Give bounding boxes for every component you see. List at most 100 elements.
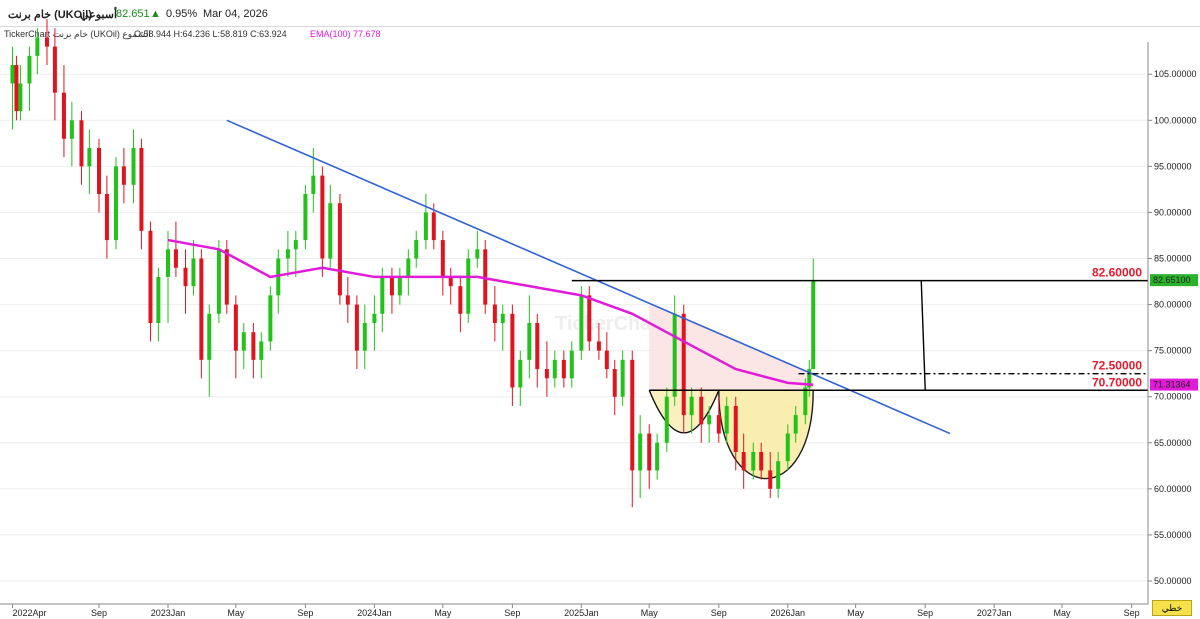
y-tick-label: 85.00000 (1154, 254, 1192, 264)
candle-body (518, 359, 523, 388)
y-tick-label: 70.00000 (1154, 392, 1192, 402)
candle-body (104, 194, 109, 241)
candle-body (337, 203, 342, 296)
candle-body (724, 405, 729, 434)
x-tick-label: May (847, 608, 865, 618)
candle-body (79, 120, 84, 167)
candle-body (527, 323, 532, 360)
candle-body (793, 415, 798, 434)
candle-body (552, 359, 557, 379)
y-tick-label: 100.00000 (1154, 115, 1197, 125)
candle-body (139, 147, 144, 231)
y-tick-label: 80.00000 (1154, 300, 1192, 310)
candle-body (535, 323, 540, 370)
candle-body (776, 461, 781, 489)
candle-body (785, 433, 790, 462)
candle-body (768, 470, 773, 489)
candle-body (596, 341, 601, 351)
price-badge-label: 71.31364 (1153, 380, 1191, 390)
candle-body (569, 350, 574, 379)
candle-body (69, 120, 74, 139)
candle-body (689, 396, 694, 416)
price-badge-label: 82.65100 (1153, 275, 1191, 285)
candle-body (458, 286, 463, 314)
candle-body (173, 249, 178, 268)
candle-body (131, 147, 136, 185)
candle-body (448, 276, 453, 287)
level-label: 82.60000 (1092, 266, 1142, 280)
x-tick-label: May (227, 608, 245, 618)
candle-body (285, 249, 290, 259)
candle-body (414, 240, 419, 259)
candle-body (268, 295, 273, 342)
x-tick-label: 2023Jan (151, 608, 186, 618)
candle-body (751, 451, 756, 471)
candle-body (251, 332, 256, 360)
x-tick-label: Sep (917, 608, 933, 618)
y-tick-label: 50.00000 (1154, 576, 1192, 586)
candle-body (440, 240, 445, 277)
candle-body (165, 249, 170, 277)
x-tick-label: May (1054, 608, 1072, 618)
candle-body (389, 276, 394, 296)
candle-body (397, 276, 402, 296)
candle-body (52, 46, 57, 93)
candle-body (216, 249, 221, 314)
candle-body (716, 415, 721, 434)
candle-body (612, 369, 617, 397)
candle-body (27, 55, 32, 84)
price-axis[interactable]: 50.00000 55.00000 60.00000 65.00000 70.00000… (1147, 42, 1198, 604)
candle-body (183, 267, 188, 287)
y-tick-label: 105.00000 (1154, 69, 1197, 79)
candle-body (707, 415, 712, 425)
x-tick-label: Sep (297, 608, 313, 618)
candle-body (620, 359, 625, 397)
candle-body (97, 147, 102, 195)
x-tick-label: Sep (504, 608, 520, 618)
candle-body (672, 313, 677, 397)
candle-body (303, 194, 308, 241)
candle-body (466, 258, 471, 314)
candle-body (681, 313, 686, 416)
candle-body (664, 396, 669, 443)
candle-body (113, 166, 118, 241)
candle-body (233, 304, 238, 351)
y-tick-label: 90.00000 (1154, 207, 1192, 217)
candle-body (10, 65, 15, 84)
candle-body (741, 451, 746, 471)
candle-body (587, 295, 592, 342)
scale-mode-button[interactable]: خطي (1152, 600, 1192, 616)
x-tick-label: May (641, 608, 659, 618)
candle-body (475, 249, 480, 259)
candle-body (733, 405, 738, 452)
price-chart[interactable]: TickerChart 82.6000072.5000070.70000 50.… (0, 0, 1200, 619)
candle-body (87, 147, 92, 167)
candle-body (803, 387, 808, 416)
candle-body (224, 249, 229, 305)
candle-body (345, 295, 350, 305)
candle-body (61, 92, 66, 139)
candle-body (406, 258, 411, 277)
candle-body (579, 295, 584, 351)
candle-body (630, 359, 635, 471)
candle-body (241, 332, 246, 351)
y-tick-label: 75.00000 (1154, 346, 1192, 356)
candle-body (320, 175, 325, 259)
x-tick-label: 2024Jan (357, 608, 392, 618)
level-label: 70.70000 (1092, 375, 1142, 389)
candle-body (647, 433, 652, 471)
y-tick-label: 65.00000 (1154, 438, 1192, 448)
candle-body (561, 359, 566, 379)
candle-body (699, 396, 704, 425)
candle-body (121, 166, 126, 185)
candle-body (191, 258, 196, 287)
candle-body (354, 304, 359, 351)
candle-body (431, 212, 436, 241)
x-tick-label: 2026Jan (771, 608, 806, 618)
candle-body (638, 433, 643, 471)
time-axis[interactable]: 2022Apr Sep 2023Jan May Sep 2024Jan May Sep 2025… (0, 603, 1148, 618)
candle-body (35, 37, 40, 56)
candle-body (156, 276, 161, 323)
candle-body (14, 65, 19, 112)
candle-body (293, 240, 298, 250)
